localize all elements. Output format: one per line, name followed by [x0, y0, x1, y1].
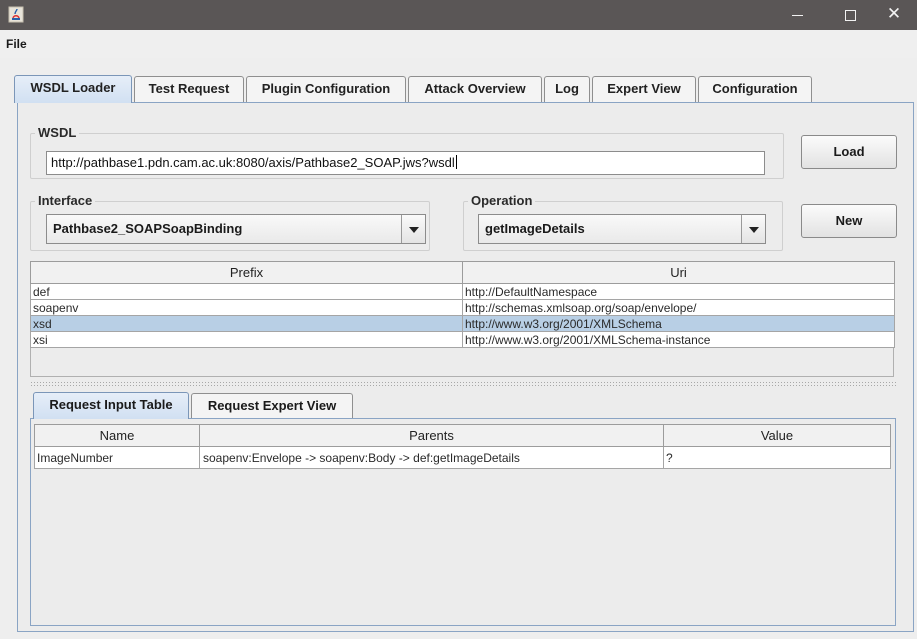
text-caret [455, 155, 457, 169]
namespace-table-header: Prefix Uri [30, 261, 895, 284]
split-pane-divider[interactable] [30, 381, 896, 386]
name-cell[interactable]: ImageNumber [34, 446, 200, 469]
chevron-down-icon [409, 227, 419, 233]
operation-selected-value: getImageDetails [485, 221, 585, 236]
wsdl-group-title: WSDL [35, 125, 80, 140]
tab-request-input-table[interactable]: Request Input Table [33, 392, 189, 419]
interface-selected-value: Pathbase2_SOAPSoapBinding [53, 221, 243, 236]
uri-cell[interactable]: http://www.w3.org/2001/XMLSchema [462, 315, 895, 332]
tab-expert-view[interactable]: Expert View [592, 76, 696, 102]
prefix-cell[interactable]: xsd [30, 315, 463, 332]
interface-select[interactable]: Pathbase2_SOAPSoapBinding [46, 214, 426, 244]
maximize-icon [844, 9, 856, 21]
minimize-button[interactable] [775, 0, 819, 30]
operation-select[interactable]: getImageDetails [478, 214, 766, 244]
table-row-selected[interactable]: xsd http://www.w3.org/2001/XMLSchema [30, 315, 895, 332]
tab-configuration[interactable]: Configuration [698, 76, 812, 102]
uri-cell[interactable]: http://DefaultNamespace [462, 283, 895, 300]
parents-cell[interactable]: soapenv:Envelope -> soapenv:Body -> def:… [199, 446, 664, 469]
maximize-button[interactable] [828, 0, 872, 30]
column-header-uri[interactable]: Uri [462, 261, 895, 284]
tab-attack-overview[interactable]: Attack Overview [408, 76, 542, 102]
prefix-cell[interactable]: xsi [30, 331, 463, 348]
column-header-name[interactable]: Name [34, 424, 200, 447]
wsdl-url-value: http://pathbase1.pdn.cam.ac.uk:8080/axis… [51, 155, 455, 170]
title-bar: ✕ [0, 0, 917, 30]
uri-cell[interactable]: http://schemas.xmlsoap.org/soap/envelope… [462, 299, 895, 316]
uri-cell[interactable]: http://www.w3.org/2001/XMLSchema-instanc… [462, 331, 895, 348]
prefix-cell[interactable]: def [30, 283, 463, 300]
tab-test-request[interactable]: Test Request [134, 76, 244, 102]
close-button[interactable]: ✕ [872, 0, 916, 30]
tab-request-expert-view[interactable]: Request Expert View [191, 393, 353, 419]
request-table-header: Name Parents Value [34, 424, 891, 447]
operation-dropdown-arrow[interactable] [741, 215, 765, 243]
column-header-value[interactable]: Value [663, 424, 891, 447]
interface-group-title: Interface [35, 193, 96, 208]
menu-file[interactable]: File [6, 37, 27, 51]
load-button[interactable]: Load [801, 135, 897, 169]
table-row[interactable]: soapenv http://schemas.xmlsoap.org/soap/… [30, 299, 895, 316]
chevron-down-icon [749, 227, 759, 233]
prefix-cell[interactable]: soapenv [30, 299, 463, 316]
column-header-prefix[interactable]: Prefix [30, 261, 463, 284]
value-cell[interactable]: ? [663, 446, 891, 469]
tab-log[interactable]: Log [544, 76, 590, 102]
close-icon: ✕ [886, 4, 902, 23]
table-row[interactable]: ImageNumber soapenv:Envelope -> soapenv:… [34, 446, 891, 469]
operation-group-title: Operation [468, 193, 536, 208]
namespace-table: Prefix Uri def http://DefaultNamespace s… [30, 261, 895, 348]
table-row[interactable]: xsi http://www.w3.org/2001/XMLSchema-ins… [30, 331, 895, 348]
minimize-icon [791, 14, 803, 16]
tab-wsdl-loader[interactable]: WSDL Loader [14, 75, 132, 103]
menu-bar: File [0, 30, 917, 58]
wsdl-url-input[interactable]: http://pathbase1.pdn.cam.ac.uk:8080/axis… [46, 151, 765, 175]
java-app-icon [8, 6, 24, 23]
tab-plugin-configuration[interactable]: Plugin Configuration [246, 76, 406, 102]
column-header-parents[interactable]: Parents [199, 424, 664, 447]
new-button[interactable]: New [801, 204, 897, 238]
table-row[interactable]: def http://DefaultNamespace [30, 283, 895, 300]
request-input-table: Name Parents Value ImageNumber soapenv:E… [34, 424, 891, 469]
interface-dropdown-arrow[interactable] [401, 215, 425, 243]
